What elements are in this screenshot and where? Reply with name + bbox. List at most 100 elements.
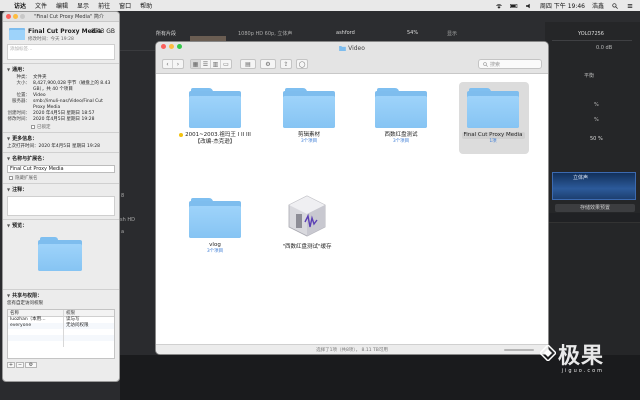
folder-item-count: 3个项目 bbox=[300, 139, 318, 144]
column-view-button[interactable]: ▥ bbox=[211, 60, 221, 68]
notification-center-icon[interactable] bbox=[626, 3, 634, 9]
name-ext-toggle[interactable]: ▼ 名称与扩展名： bbox=[3, 153, 119, 164]
folder-icon bbox=[339, 45, 346, 51]
audio-channel-label: 立体声 bbox=[573, 175, 589, 181]
arrange-button[interactable]: ▤ bbox=[241, 60, 255, 68]
gallery-view-button[interactable]: ▭ bbox=[221, 60, 231, 68]
hide-extension-checkbox[interactable]: 隐藏扩展名 bbox=[3, 174, 119, 183]
tags-field[interactable]: 添加标签… bbox=[7, 44, 115, 60]
view-mode-group: ▦ ☰ ▥ ▭ bbox=[190, 59, 232, 69]
folder-item[interactable]: vlog 3个项目 bbox=[176, 198, 254, 255]
inspector-value-1[interactable]: % bbox=[594, 102, 599, 108]
tags-group: ◯ bbox=[296, 59, 308, 69]
close-button[interactable] bbox=[161, 44, 166, 49]
menu-help[interactable]: 帮助 bbox=[140, 1, 152, 10]
last-opened-row: 上次打开时间：2020 年4月5日 星期日 19:28 bbox=[7, 144, 100, 149]
minimize-button[interactable] bbox=[169, 44, 174, 49]
menu-window[interactable]: 窗口 bbox=[119, 1, 131, 10]
comments-toggle[interactable]: ▼ 注释： bbox=[3, 184, 119, 195]
comments-section: ▼ 注释： bbox=[3, 184, 119, 220]
finder-titlebar[interactable]: Video bbox=[156, 42, 548, 54]
close-button[interactable] bbox=[6, 14, 11, 19]
fcp-sidebar-label-a: a bbox=[121, 229, 125, 235]
zoom-button[interactable] bbox=[177, 44, 182, 49]
fcp-zoom[interactable]: 54% bbox=[407, 30, 418, 36]
name-field[interactable]: Final Cut Proxy Media bbox=[7, 165, 115, 173]
inspector-volume[interactable]: 0.0 dB bbox=[596, 45, 612, 51]
cache-bundle-name: "西数红盘测试"缓存 bbox=[282, 244, 332, 250]
fcp-library-filter[interactable]: 所有片段 bbox=[156, 30, 176, 37]
wifi-icon[interactable] bbox=[495, 3, 503, 9]
folder-icon bbox=[283, 88, 335, 128]
folder-icon bbox=[467, 88, 519, 128]
info-modified: 修改时间：今天 19:28 bbox=[28, 37, 74, 42]
menu-bar: 访达 文件 编辑 显示 前往 窗口 帮助 周四 下午 19:46 浩鑫 bbox=[0, 0, 640, 11]
folder-item[interactable]: 2001~2003.祖玛王 I II III【改编-杰克逊】 bbox=[176, 88, 254, 146]
column-header-privilege[interactable]: 权限 bbox=[64, 310, 114, 316]
inspector-pan-label: 平衡 bbox=[584, 73, 595, 79]
permissions-footer: + − ⚙ bbox=[3, 361, 119, 369]
forward-button[interactable]: › bbox=[173, 60, 183, 68]
general-row: 大小： 8,427,900,028 字节（磁盘上的 8.43 GB），共 40 个… bbox=[16, 81, 111, 92]
folder-icon bbox=[375, 88, 427, 128]
column-header-name[interactable]: 名称 bbox=[8, 310, 64, 316]
save-effects-preset-button[interactable]: 存储效果预置 bbox=[555, 204, 635, 212]
more-info-section: ▼ 更多信息： 上次打开时间：2020 年4月5日 星期日 19:28 bbox=[3, 133, 119, 153]
folder-item[interactable]: 西数红盘测试 3个项目 bbox=[362, 88, 440, 145]
search-icon[interactable] bbox=[611, 2, 619, 9]
fcp-format: 1080p HD 60p, 立体声 bbox=[238, 31, 293, 37]
more-info-toggle[interactable]: ▼ 更多信息： bbox=[3, 133, 119, 144]
action-group: ⚙ bbox=[260, 59, 276, 69]
finder-title: Video bbox=[348, 44, 365, 52]
user-name[interactable]: 浩鑫 bbox=[592, 1, 604, 10]
locked-checkbox[interactable]: 已锁定 bbox=[3, 123, 119, 132]
list-view-button[interactable]: ☰ bbox=[201, 60, 211, 68]
volume-icon[interactable] bbox=[525, 3, 533, 9]
divider bbox=[552, 40, 632, 41]
inspector-value-2[interactable]: % bbox=[594, 117, 599, 123]
menu-go[interactable]: 前往 bbox=[98, 1, 110, 10]
icon-view-button[interactable]: ▦ bbox=[191, 60, 201, 68]
zoom-button[interactable] bbox=[20, 14, 25, 19]
watermark-url: jiguo.com bbox=[561, 368, 605, 374]
info-titlebar[interactable]: "Final Cut Proxy Media" 简介 bbox=[3, 12, 119, 22]
inspector-value-3[interactable]: 50 % bbox=[590, 136, 603, 142]
gear-icon[interactable]: ⚙ bbox=[261, 60, 275, 68]
folder-item[interactable]: 剪辑素材 3个项目 bbox=[270, 88, 348, 145]
folder-item-selected[interactable]: Final Cut Proxy Media 1项 bbox=[454, 82, 532, 154]
fcp-sidebar-label-8: 8 bbox=[121, 193, 125, 199]
remove-user-button[interactable]: − bbox=[16, 362, 24, 368]
folder-item-count: 1项 bbox=[489, 139, 497, 144]
folder-icon bbox=[189, 88, 241, 128]
folder-item-count: 3个项目 bbox=[392, 139, 410, 144]
menu-edit[interactable]: 编辑 bbox=[56, 1, 68, 10]
clock[interactable]: 周四 下午 19:46 bbox=[540, 1, 585, 10]
icon-size-slider[interactable] bbox=[504, 349, 534, 351]
tag-button[interactable]: ◯ bbox=[297, 60, 307, 68]
folder-preview-icon bbox=[38, 237, 82, 271]
menu-app[interactable]: 访达 bbox=[14, 1, 26, 10]
fcp-view-menu[interactable]: 显示 bbox=[447, 30, 457, 37]
sharing-toggle[interactable]: ▼ 共享与权限： bbox=[3, 290, 119, 301]
share-button[interactable]: ⇪ bbox=[281, 60, 291, 68]
search-input[interactable]: 搜索 bbox=[478, 59, 542, 69]
folder-name: 西数红盘测试 bbox=[384, 132, 418, 138]
menu-file[interactable]: 文件 bbox=[35, 1, 47, 10]
preview-toggle[interactable]: ▼ 预览： bbox=[3, 220, 119, 231]
minimize-button[interactable] bbox=[13, 14, 18, 19]
add-user-button[interactable]: + bbox=[7, 362, 15, 368]
fcp-project-name: ashford bbox=[336, 30, 355, 36]
gear-icon[interactable]: ⚙ bbox=[25, 362, 37, 368]
cache-bundle-item[interactable]: "西数红盘测试"缓存 bbox=[268, 194, 346, 251]
battery-icon[interactable] bbox=[509, 3, 518, 9]
back-button[interactable]: ‹ bbox=[163, 60, 173, 68]
info-header: Final Cut Proxy Media 8.43 GB 修改时间：今天 19… bbox=[3, 22, 119, 64]
disclosure-down-icon: ▼ bbox=[7, 67, 11, 72]
sharing-section: ▼ 共享与权限： 您有自定访问权限 名称 权限 luozhan（本用… 读与写 e… bbox=[3, 290, 119, 369]
timeline-ruler bbox=[545, 213, 640, 223]
menu-view[interactable]: 显示 bbox=[77, 1, 89, 10]
comments-input[interactable] bbox=[7, 196, 115, 216]
fcp-sidebar-label-hd: sh HD bbox=[120, 217, 135, 223]
general-toggle[interactable]: ▼ 通用： bbox=[3, 64, 119, 75]
search-icon bbox=[483, 61, 488, 67]
